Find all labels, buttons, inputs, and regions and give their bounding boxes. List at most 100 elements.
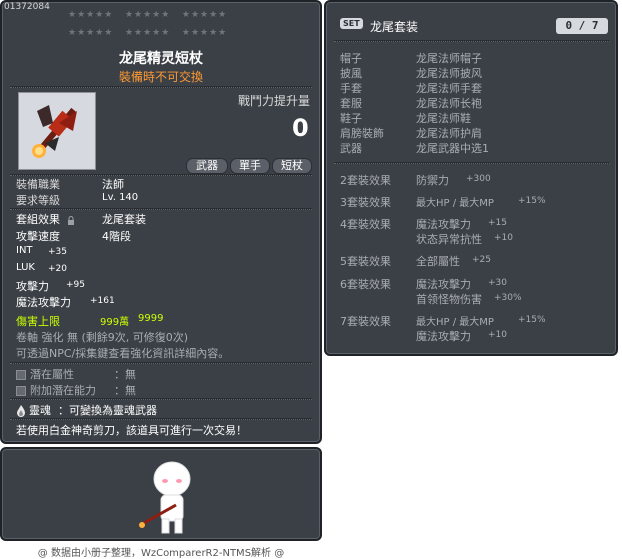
item-tooltip-panel: 01372084 ★★★★★ ★★★★★ ★★★★★ ★★★★★ ★★★★★ ★… xyxy=(0,0,322,444)
set-effect-tier: 2套裝效果 xyxy=(340,174,391,187)
tag-weapon: 武器 xyxy=(186,158,228,174)
set-effect-tier: 4套裝效果 xyxy=(340,218,391,231)
req-job-value: 法師 xyxy=(102,178,124,191)
set-effect-label: 套組效果 xyxy=(16,211,75,227)
damage-cap-value-1: 999萬 xyxy=(100,317,130,328)
tag-short-staff: 短杖 xyxy=(272,158,312,174)
star-group: ★★★★★ xyxy=(124,10,171,20)
divider xyxy=(10,398,312,400)
set-effect-value: +15% xyxy=(518,315,546,325)
star-row-1: ★★★★★ ★★★★★ ★★★★★ xyxy=(68,10,268,20)
power-label: 戰鬥力提升量 xyxy=(238,94,311,108)
potential-value: ：無 xyxy=(114,368,136,381)
divider xyxy=(334,162,610,164)
set-effect-value: +15% xyxy=(518,196,546,206)
set-effect-text: 防禦力 xyxy=(416,174,449,187)
set-effect-tier: 7套裝效果 xyxy=(340,315,391,328)
soul-line: 靈魂 xyxy=(16,402,51,418)
set-title: 龙尾套装 xyxy=(370,20,419,34)
soul-flame-icon xyxy=(17,405,25,417)
set-effect-text: 状态异常抗性 xyxy=(416,233,482,246)
set-item-slot: 武器 xyxy=(340,142,362,155)
star-group: ★★★★★ xyxy=(68,10,114,20)
set-item-slot: 套服 xyxy=(340,97,362,110)
item-name: 龙尾精灵短杖 xyxy=(119,51,203,67)
req-job-label: 裝備職業 xyxy=(16,178,60,191)
req-level-value: Lv. 140 xyxy=(102,192,139,203)
damage-cap-label: 傷害上限 xyxy=(16,315,60,328)
item-id: 01372084 xyxy=(4,2,50,12)
attack-speed-value: 4階段 xyxy=(102,230,131,243)
stat-int-label: INT xyxy=(16,245,33,256)
set-item-slot: 披風 xyxy=(340,67,362,80)
star-group: ★★★★★ xyxy=(181,28,228,38)
set-item-name: 龙尾法师长袍 xyxy=(416,97,482,110)
stat-attack-label: 攻擊力 xyxy=(16,280,49,293)
additional-potential-icon xyxy=(16,386,26,396)
set-item-name: 龙尾法师帽子 xyxy=(416,52,482,65)
set-effect-text: 魔法攻擊力 xyxy=(416,330,471,343)
power-value: 0 xyxy=(292,114,309,142)
npc-info-line: 可透過NPC/採集鍵查看強化資訊詳細內容。 xyxy=(16,347,230,360)
set-effect-value: +15 xyxy=(488,218,507,228)
set-effect-text: 首领怪物伤害 xyxy=(416,293,482,306)
set-item-slot: 手套 xyxy=(340,82,362,95)
additional-potential-label: 附加潛在能力 xyxy=(30,384,96,397)
weapon-icon xyxy=(32,105,77,158)
additional-potential-value: ：無 xyxy=(114,384,136,397)
untradeable-notice: 裝備時不可交換 xyxy=(118,70,203,84)
divider xyxy=(10,208,312,210)
set-effect-text: 最大HP / 最大MP xyxy=(416,198,494,209)
soul-value: ：可變換為靈魂武器 xyxy=(58,404,157,417)
stat-magic-attack-label: 魔法攻擊力 xyxy=(16,296,71,309)
potential-icon xyxy=(16,370,26,380)
set-effect-value: +10 xyxy=(488,330,507,340)
star-group: ★★★★★ xyxy=(124,28,171,38)
character-preview-panel xyxy=(0,447,322,541)
set-item-name: 龙尾法师披风 xyxy=(416,67,482,80)
set-badge: SET xyxy=(340,18,363,29)
set-item-slot: 肩膀裝飾 xyxy=(340,127,384,140)
additional-potential-line: 附加潛在能力 xyxy=(16,382,96,398)
divider xyxy=(10,362,312,364)
stat-magic-attack-value: +161 xyxy=(90,296,115,306)
potential-line: 潛在屬性 xyxy=(16,366,74,382)
character-preview xyxy=(139,461,191,534)
set-item-slot: 鞋子 xyxy=(340,112,362,125)
req-level-label: 要求等級 xyxy=(16,194,60,207)
soul-label: 靈魂 xyxy=(29,404,51,417)
set-effect-value: +10 xyxy=(494,233,513,243)
set-effect-tier: 3套裝效果 xyxy=(340,196,391,209)
set-effect-value: +30% xyxy=(494,293,522,303)
set-info-panel: SET 龙尾套装 0 / 7 帽子 龙尾法师帽子 披風 龙尾法师披风 手套 龙尾… xyxy=(324,0,618,356)
set-effect-value: +30 xyxy=(488,278,507,288)
set-effect-text: 全部屬性 xyxy=(416,255,460,268)
stat-int-value: +35 xyxy=(48,247,67,257)
set-item-name: 龙尾武器中选1 xyxy=(416,142,489,155)
footer-credit: @ 数据由小册子整理，WzComparerR2-NTMS解析 @ xyxy=(37,548,285,559)
set-effect-text: 魔法攻擊力 xyxy=(416,218,471,231)
set-effect-value: +300 xyxy=(466,174,491,184)
set-count: 0 / 7 xyxy=(556,18,608,34)
set-item-name: 龙尾法师鞋 xyxy=(416,112,471,125)
divider xyxy=(10,86,312,88)
potential-label: 潛在屬性 xyxy=(30,368,74,381)
tag-one-handed: 單手 xyxy=(230,158,270,174)
set-effect-text: 魔法攻擊力 xyxy=(416,278,471,291)
star-row-2: ★★★★★ ★★★★★ ★★★★★ xyxy=(68,28,268,38)
star-group: ★★★★★ xyxy=(181,10,228,20)
set-effect-label-text: 套組效果 xyxy=(16,213,60,226)
set-effect-tier: 6套裝效果 xyxy=(340,278,391,291)
scissors-notice: 若使用白金神奇剪刀，該道具可進行一次交易！ xyxy=(16,424,247,437)
attack-speed-label: 攻擊速度 xyxy=(16,230,60,243)
set-item-name: 龙尾法师护肩 xyxy=(416,127,482,140)
lock-icon xyxy=(67,215,74,225)
damage-cap-value-2: 9999 xyxy=(138,313,164,324)
divider xyxy=(334,40,610,42)
scroll-upgrade-line: 卷軸 強化 無 (剩餘9次, 可修復0次) xyxy=(16,331,189,344)
divider xyxy=(10,418,312,420)
stat-luk-label: LUK xyxy=(16,262,35,273)
stat-attack-value: +95 xyxy=(66,280,85,290)
star-group: ★★★★★ xyxy=(68,28,114,38)
set-effect-tier: 5套裝效果 xyxy=(340,255,391,268)
